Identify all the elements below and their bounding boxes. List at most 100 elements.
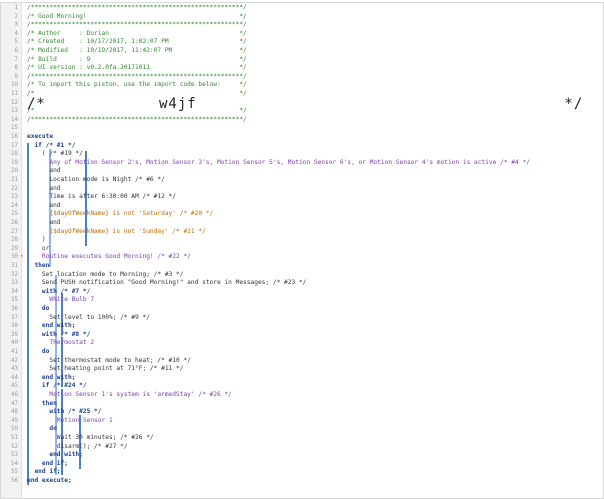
code-line: 8 /* UI version : v0.2.0fa.20171011 */ [1,64,601,73]
code-line: 30 ⚡ Routine executes Good Morning! /* #2… [1,253,601,262]
code-text: with /* #25 */ [27,408,102,416]
code-text: if /* #1 */ [27,141,76,149]
code-line: 47 then [1,400,601,409]
code-line: 9 /**************************************… [1,73,601,82]
code-text: White Bulb 7 [27,296,95,304]
code-line: 3 /**************************************… [1,21,601,30]
code-text: Motion Sensor 1 [27,416,113,424]
code-line: 51 Wait 30 minutes; /* #26 */ [1,434,601,443]
line-number: 45 [11,383,18,390]
line-number: 38 [11,323,18,330]
code-text: end execute; [27,477,72,484]
code-line: 42 Set thermostat mode to heat; /* #10 *… [1,357,601,366]
code-line: 26 and [1,219,601,228]
line-number: 30 [11,254,18,261]
code-line: 21 Location mode is Night /* #6 */ [1,176,601,185]
code-line: 19 Any of Motion Sensor 2's, Motion Sens… [1,159,601,168]
code-text: and [27,219,61,226]
line-number: 49 [11,417,18,424]
line-number: 40 [11,340,18,347]
code-line: 35 White Bulb 7 [1,296,601,305]
code-text: Wait 30 minutes; /* #26 */ [27,434,154,441]
code-line: 28 ) [1,236,601,245]
code-line: 1 /**************************************… [1,4,601,13]
code-line: 17 if /* #1 */ [1,142,601,151]
code-text: Location mode is Night /* #6 */ [27,176,165,183]
code-text: execute [27,133,54,140]
code-line: 50 do [1,425,601,434]
line-number: 25 [11,211,18,218]
line-number: 41 [11,349,18,355]
code-line: 44 end with; [1,374,601,383]
code-line: 55 end if; [1,468,601,477]
line-number: 13 [11,108,18,115]
code-text: /* */ [27,107,247,115]
code-text: /***************************************… [27,21,247,29]
code-line: 13 /* */ [1,107,601,116]
code-line: 23 Time is after 6:30:00 AM /* #12 */ [1,193,601,202]
line-number: 9 [14,73,19,80]
line-number: 34 [11,288,18,295]
code-line: 31 then [1,262,601,271]
code-text: Send PUSH notification "Good Morning!" a… [27,279,307,287]
line-number: 33 [11,280,18,287]
code-text: if /* #24 */ [27,382,87,390]
line-number: 31 [11,263,18,269]
code-text: Any of Motion Sensor 2's, Motion Sensor … [27,158,530,166]
code-text: end if; [27,468,61,476]
line-number: 50 [11,426,18,433]
code-line: 2 /* Good Morning! */ [1,13,601,22]
line-number: 53 [11,452,18,459]
code-text: with /* #7 */ [27,287,91,295]
code-line: 15 [1,124,601,133]
code-line: 40 Thermostat 2 [1,339,601,348]
line-number: 16 [11,134,18,140]
code-line: 48 with /* #25 */ [1,408,601,417]
line-number: 2 [14,13,19,20]
code-text: /* UI version : v0.2.0fa.20171011 */ [27,64,247,72]
code-text: ) [27,236,46,244]
line-number: 23 [11,194,18,201]
code-text: disarm(); /* #27 */ [27,442,128,450]
code-line: 43 Set heating point at 71°F; /* #11 */ [1,365,601,374]
code-text: /* Created : 10/17/2017, 1:02:07 PM */ [27,38,247,46]
code-text: end with; [27,322,76,330]
line-number: 21 [11,177,18,183]
line-number: 54 [11,460,18,467]
code-line: 54 end if; [1,460,601,469]
code-text: do [27,305,50,312]
code-line: 53 end with; [1,451,601,460]
line-number: 51 [11,435,18,441]
line-number: 22 [11,185,18,192]
code-text: Set heating point at 71°F; /* #11 */ [27,365,184,373]
line-number: 32 [11,271,18,278]
code-line: 27 {$dayOfWeekName} is not 'Sunday' /* #… [1,228,601,237]
trigger-lightning-icon: ⚡ [20,253,24,261]
line-number: 19 [11,159,18,166]
code-line: 36 do [1,305,601,314]
code-text: /***************************************… [27,72,247,80]
code-text: Set level to 100%; /* #9 */ [27,313,150,321]
line-number: 26 [11,220,18,226]
code-text: Set location mode to Morning; /* #3 */ [27,270,184,278]
code-text: do [27,425,57,433]
line-number: 55 [11,469,18,476]
code-line: 34 with /* #7 */ [1,288,601,297]
line-number: 52 [11,443,18,450]
code-line: 20 and [1,167,601,176]
line-number: 24 [11,202,18,209]
code-text: /* Good Morning! */ [27,12,247,20]
line-number: 18 [11,151,18,158]
line-number: 7 [14,56,19,63]
code-text: /* Author : Dorian */ [27,29,247,37]
line-number: 5 [14,39,19,46]
code-text: ( /* #19 */ [27,150,83,158]
code-line: 10 /* To import this piston, use the impo… [1,81,601,90]
code-text: Motion Sensor 1's system is 'armedStay' … [27,391,232,398]
code-text: and [27,184,61,192]
line-number: 12 [11,99,18,106]
code-line: 52 disarm(); /* #27 */ [1,443,601,452]
code-line: 38 end with; [1,322,601,331]
code-line: 7 /* Build : 9 */ [1,56,601,65]
code-text: Set thermostat mode to heat; /* #10 */ [27,356,191,364]
